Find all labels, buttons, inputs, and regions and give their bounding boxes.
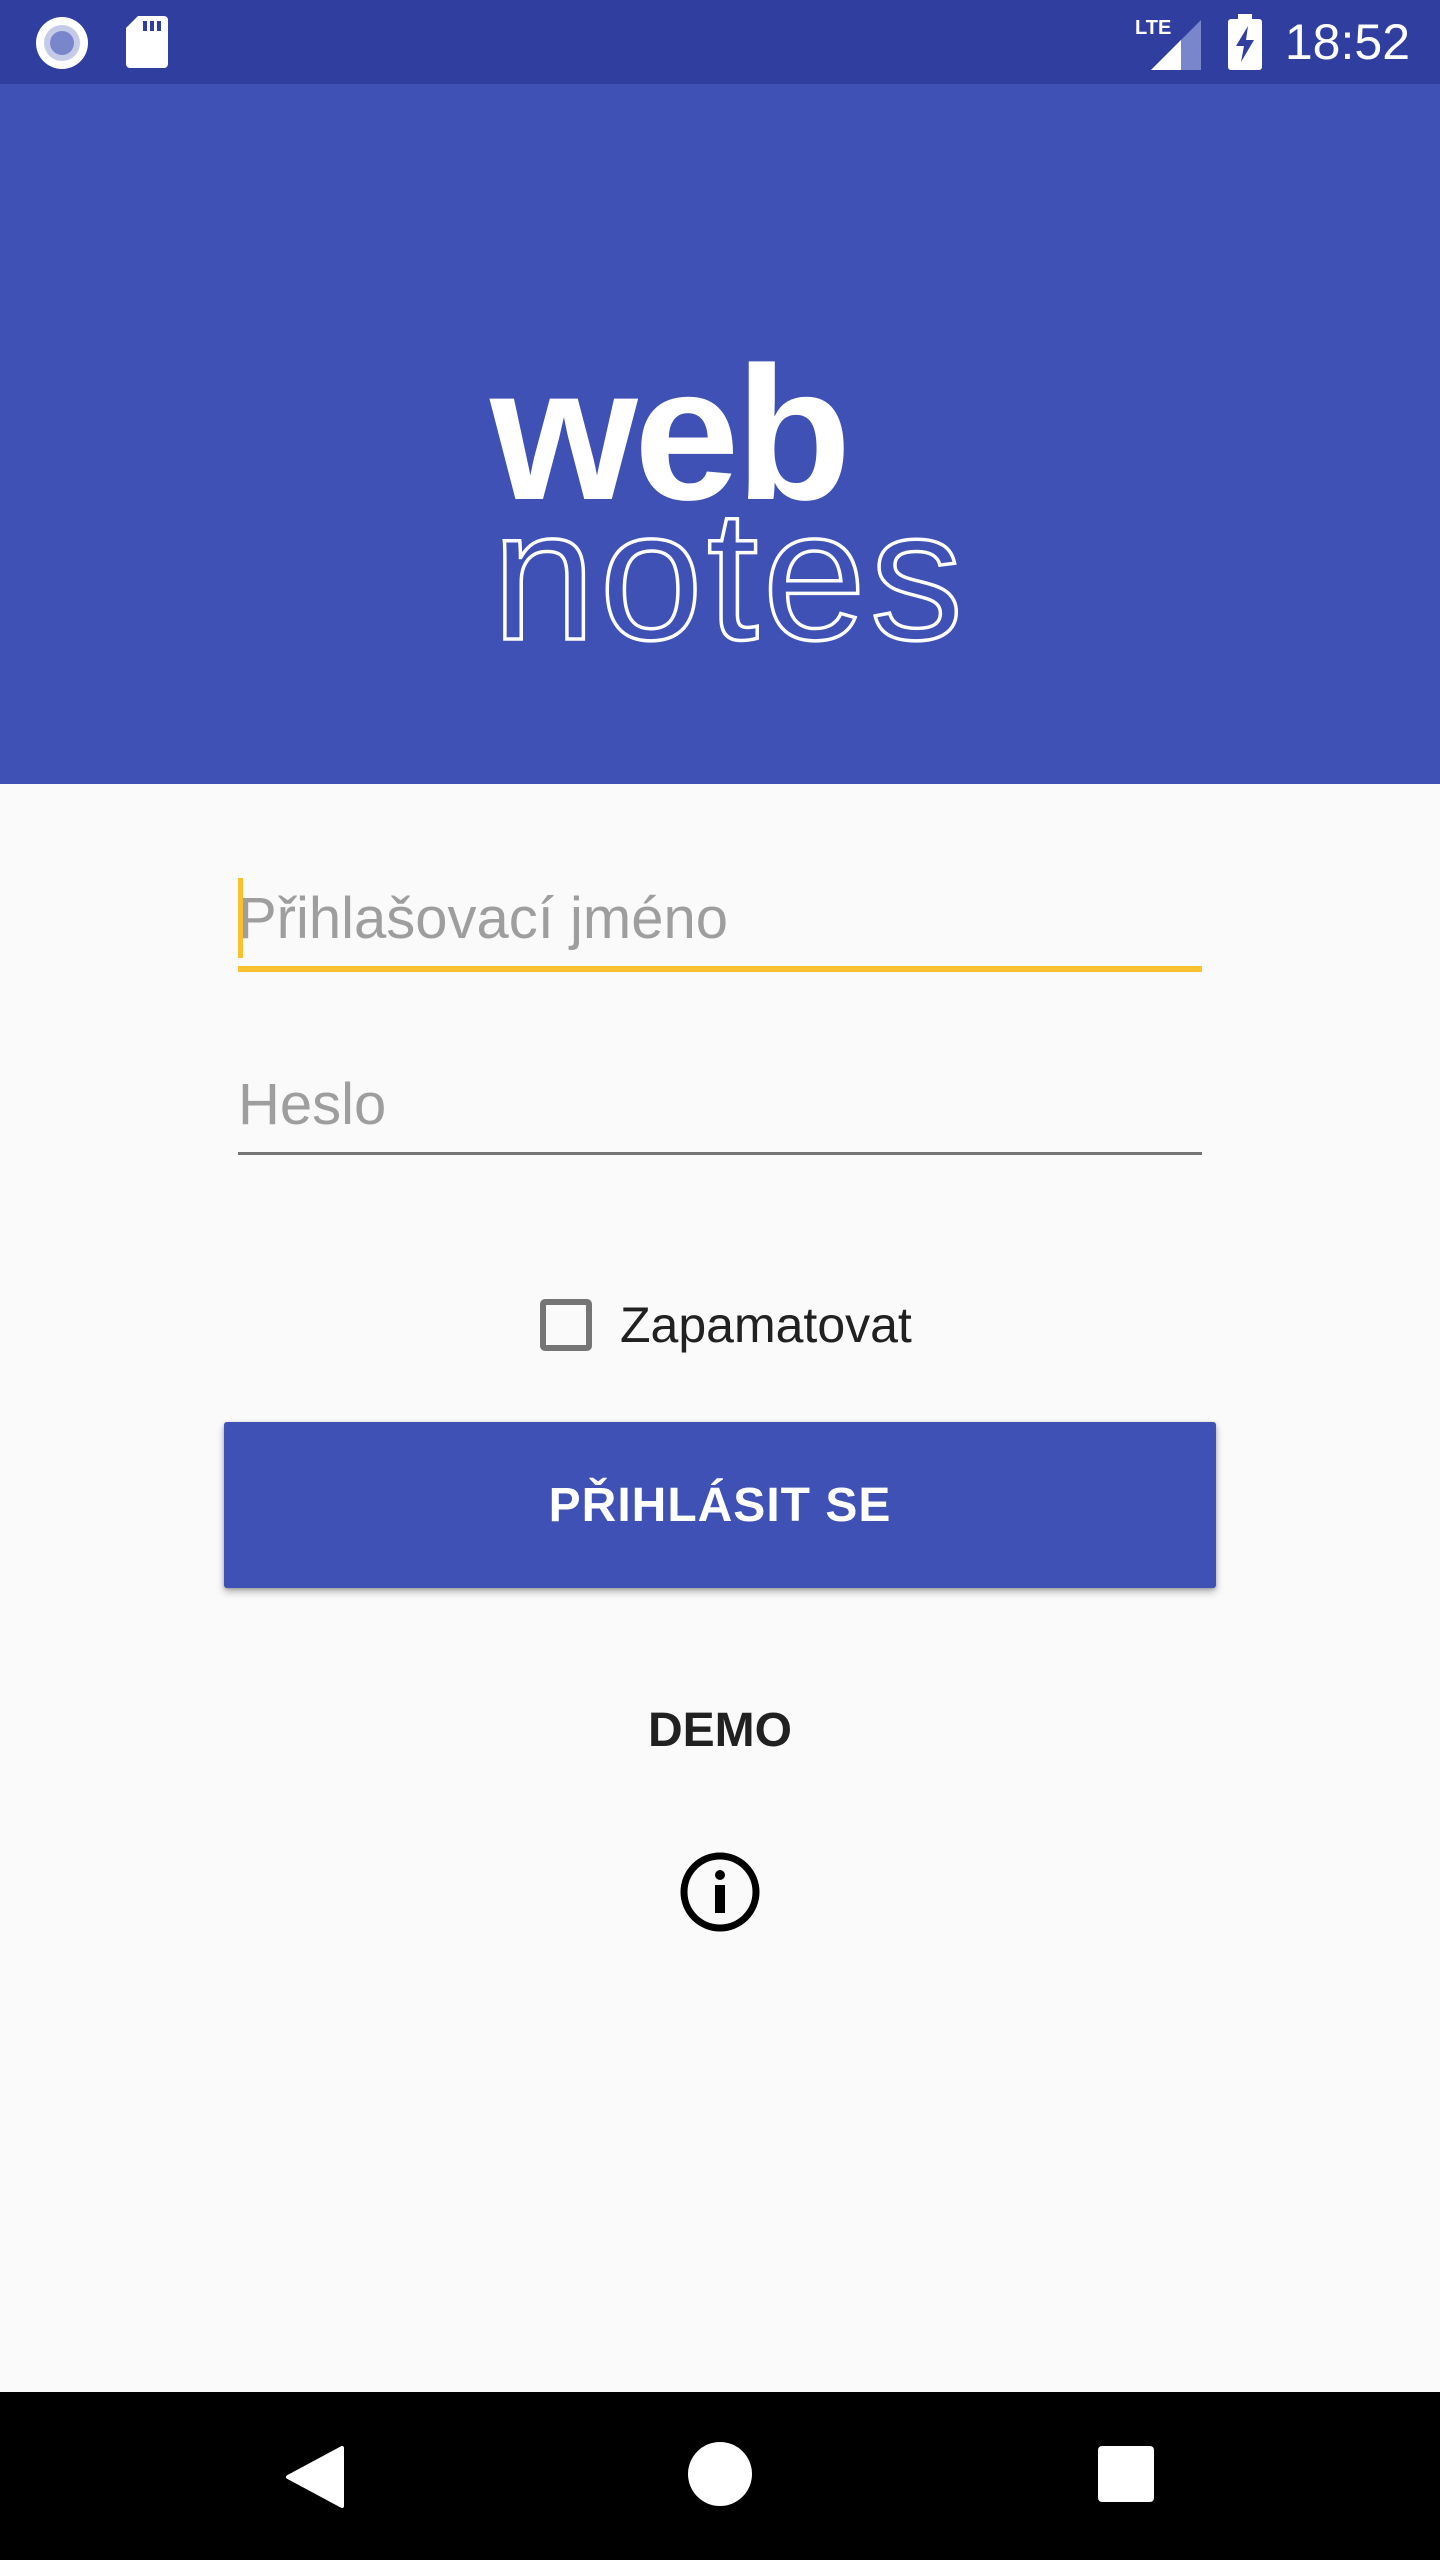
text-cursor <box>238 878 243 958</box>
info-icon[interactable] <box>676 1848 764 1936</box>
demo-button[interactable]: DEMO <box>570 1690 870 1770</box>
back-icon[interactable] <box>282 2442 352 2512</box>
login-screen: LTE 18:52 web notes Zapamatovat PŘIHLÁS <box>0 0 1440 2560</box>
battery-charging-icon <box>1228 14 1262 70</box>
sd-card-icon <box>126 16 168 68</box>
password-field <box>238 1060 1202 1160</box>
status-bar: LTE 18:52 <box>0 0 1440 84</box>
lte-signal-icon: LTE <box>1135 17 1201 70</box>
home-icon[interactable] <box>688 2442 752 2506</box>
logo-notes-graphic: notes <box>490 494 967 681</box>
recents-icon[interactable] <box>1098 2446 1154 2502</box>
password-input[interactable] <box>238 1060 1202 1150</box>
navigation-bar <box>0 2392 1440 2560</box>
password-underline <box>238 1152 1202 1155</box>
record-icon <box>36 17 88 69</box>
username-field <box>238 874 1202 974</box>
app-header: web notes <box>0 84 1440 784</box>
logo-notes-text: notes <box>492 494 967 679</box>
username-input[interactable] <box>238 874 1202 964</box>
remember-checkbox[interactable]: Zapamatovat <box>540 1290 912 1360</box>
status-time: 18:52 <box>1284 14 1410 70</box>
lte-label: LTE <box>1135 17 1171 39</box>
username-underline <box>238 966 1202 972</box>
login-button[interactable]: PŘIHLÁSIT SE <box>224 1422 1216 1588</box>
app-logo: web notes <box>490 334 1010 754</box>
checkbox-box[interactable] <box>540 1299 592 1351</box>
remember-label: Zapamatovat <box>620 1297 912 1353</box>
